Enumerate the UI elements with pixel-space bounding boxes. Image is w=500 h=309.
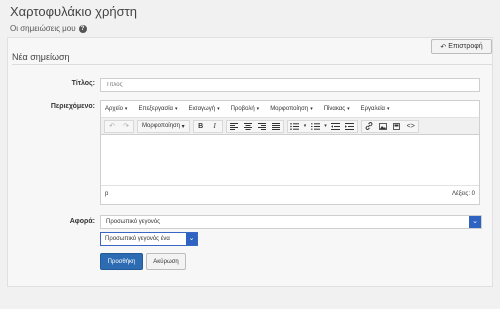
- editor-statusbar: p Λέξεις: 0: [101, 185, 479, 202]
- menu-format[interactable]: Μορφοποίηση ▾: [270, 106, 313, 112]
- add-button[interactable]: Προσθήκη: [100, 253, 143, 270]
- history-group: ↶ ↷: [104, 119, 134, 133]
- about-label: Αφορά:: [69, 218, 95, 225]
- editor-toolbar: ↶ ↷ Μορφοποίηση ▾ B I ▾ ▾ <>: [101, 118, 479, 135]
- rich-text-editor: Αρχείο ▾ Επεξεργασία ▾ Εισαγωγή ▾ Προβολή ▾ …: [100, 100, 480, 205]
- menu-table[interactable]: Πίνακας ▾: [324, 106, 350, 112]
- element-path: p: [105, 191, 109, 197]
- chevron-down-icon: ⌄: [469, 216, 481, 228]
- title-label: Τίτλος:: [71, 80, 95, 87]
- menu-view[interactable]: Προβολή ▾: [231, 106, 260, 112]
- back-button-label: Επιστροφή: [448, 43, 483, 50]
- menu-edit[interactable]: Επεξεργασία ▾: [138, 106, 177, 112]
- about-select[interactable]: Προσωπικό γεγονός ⌄: [100, 215, 482, 229]
- section-divider: [12, 64, 492, 65]
- format-dropdown[interactable]: Μορφοποίηση ▾: [138, 121, 189, 132]
- link-icon[interactable]: [362, 121, 376, 132]
- align-center-icon[interactable]: [241, 121, 255, 132]
- align-left-icon[interactable]: [227, 121, 241, 132]
- image-icon[interactable]: [376, 121, 390, 132]
- indent-icon[interactable]: [343, 121, 357, 132]
- format-group: Μορφοποίηση ▾: [137, 119, 190, 133]
- section-title: Νέα σημείωση: [12, 52, 70, 62]
- arrow-back-icon: ↶: [440, 43, 447, 51]
- menu-insert[interactable]: Εισαγωγή ▾: [189, 106, 220, 112]
- cancel-button[interactable]: Ακύρωση: [146, 253, 186, 270]
- media-icon[interactable]: [390, 121, 404, 132]
- about-sub-select-value: Προσωπικό γεγονός ένα: [105, 236, 170, 242]
- align-justify-icon[interactable]: [269, 121, 283, 132]
- menu-tools[interactable]: Εργαλεία ▾: [361, 106, 390, 112]
- italic-icon[interactable]: I: [208, 121, 222, 132]
- outdent-icon[interactable]: [329, 121, 343, 132]
- about-select-value: Προσωπικό γεγονός: [106, 219, 161, 225]
- menu-file[interactable]: Αρχείο ▾: [105, 106, 127, 112]
- page-header: Χαρτοφυλάκιο χρήστη Οι σημειώσεις μου ?: [10, 4, 137, 33]
- code-icon[interactable]: <>: [404, 121, 418, 132]
- bullet-list-icon[interactable]: [288, 121, 302, 132]
- about-sub-select[interactable]: Προσωπικό γεγονός ένα ⌄: [100, 232, 198, 246]
- align-group: [225, 119, 284, 133]
- insert-group: <>: [360, 119, 419, 133]
- list-group: ▾ ▾: [286, 119, 358, 133]
- page-title: Χαρτοφυλάκιο χρήστη: [10, 4, 138, 19]
- word-count: Λέξεις: 0: [452, 191, 475, 197]
- editor-menubar: Αρχείο ▾ Επεξεργασία ▾ Εισαγωγή ▾ Προβολή ▾ …: [101, 101, 479, 118]
- undo-icon[interactable]: ↶: [105, 121, 119, 132]
- back-button[interactable]: ↶ Επιστροφή: [431, 39, 492, 54]
- bold-icon[interactable]: B: [194, 121, 208, 132]
- page-subtitle-text: Οι σημειώσεις μου: [10, 24, 76, 33]
- title-input[interactable]: [100, 78, 480, 92]
- chevron-down-icon: ⌄: [186, 233, 197, 245]
- content-label: Περιεχόμενο:: [50, 103, 95, 110]
- page-subtitle: Οι σημειώσεις μου ?: [10, 24, 137, 33]
- align-right-icon[interactable]: [255, 121, 269, 132]
- numbered-list-icon[interactable]: [308, 121, 322, 132]
- redo-icon[interactable]: ↷: [119, 121, 133, 132]
- editor-content-area[interactable]: [101, 135, 479, 185]
- help-icon[interactable]: ?: [78, 24, 87, 33]
- style-group: B I: [192, 119, 223, 133]
